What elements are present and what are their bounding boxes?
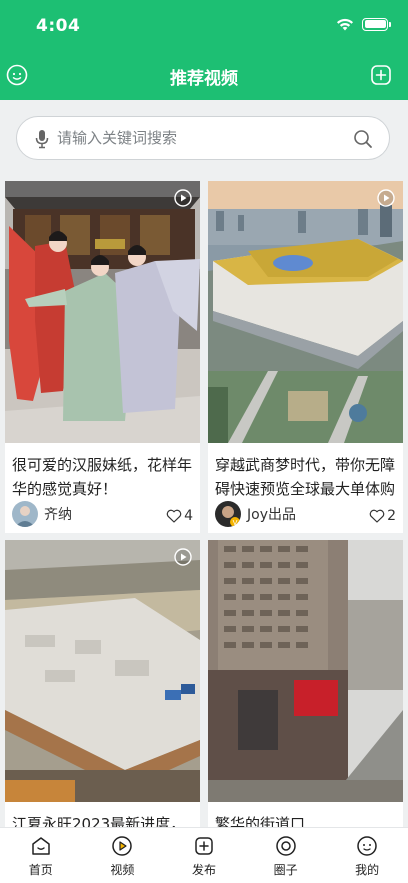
street-building-image <box>208 540 403 802</box>
author-info[interactable]: 齐纳 <box>12 501 72 527</box>
battery-icon <box>362 17 391 31</box>
home-smile-icon <box>32 837 50 855</box>
video-card[interactable]: 很可爱的汉服妹纸，花样年华的感觉真好！ 齐纳 4 <box>5 181 200 533</box>
tab-publish[interactable]: 发布 <box>163 828 245 883</box>
publish-plus-icon <box>195 837 213 855</box>
title-bar: 推荐视频 <box>0 56 408 92</box>
avatar[interactable]: V <box>215 501 241 527</box>
video-card[interactable]: 穿越武商梦时代，带你无障碍快速预览全球最大单体购 V Joy出品 2 <box>208 181 403 533</box>
status-icons <box>336 17 391 31</box>
bottom-tab-bar: 首页 视频 发布 圈子 我的 <box>0 827 408 883</box>
circle-target-icon <box>275 836 296 856</box>
video-card[interactable]: 江夏永旺2023最新进度，外 <box>5 540 200 840</box>
page-title: 推荐视频 <box>170 69 238 89</box>
heart-icon[interactable] <box>369 509 385 523</box>
tab-video-label: 视频 <box>110 863 135 877</box>
tab-circle-label: 圈子 <box>273 863 298 877</box>
tab-video[interactable]: 视频 <box>82 828 164 883</box>
play-icon <box>174 189 192 207</box>
wifi-icon <box>337 18 353 31</box>
like-number: 4 <box>184 508 193 524</box>
tab-profile[interactable]: 我的 <box>326 828 408 883</box>
search-icon[interactable] <box>353 129 373 149</box>
tab-home-label: 首页 <box>28 863 53 877</box>
search-bar <box>16 116 390 160</box>
author-name[interactable]: 齐纳 <box>44 504 72 524</box>
app-header: 4:04 推荐视频 <box>0 0 408 100</box>
tab-circle[interactable]: 圈子 <box>245 828 327 883</box>
tab-publish-label: 发布 <box>191 863 216 877</box>
play-icon <box>174 548 192 566</box>
status-time: 4:04 <box>36 16 81 36</box>
author-name[interactable]: Joy出品 <box>247 504 296 524</box>
tab-home[interactable]: 首页 <box>0 828 82 883</box>
like-count[interactable]: 2 <box>369 508 396 524</box>
tab-profile-label: 我的 <box>355 863 380 877</box>
svg-text:V: V <box>233 519 238 527</box>
video-card[interactable]: 繁华的街道口 <box>208 540 403 840</box>
video-play-icon <box>112 836 133 856</box>
status-bar: 4:04 <box>0 0 408 52</box>
mall-aerial-image <box>208 181 403 443</box>
video-thumbnail[interactable] <box>5 181 200 443</box>
like-count[interactable]: 4 <box>166 508 193 524</box>
video-thumbnail[interactable] <box>208 181 403 443</box>
avatar[interactable] <box>12 501 38 527</box>
search-input[interactable] <box>57 117 347 159</box>
video-title[interactable]: 穿越武商梦时代，带你无障碍快速预览全球最大单体购 <box>215 453 397 501</box>
construction-site-image <box>5 540 200 802</box>
video-thumbnail[interactable] <box>208 540 403 802</box>
video-thumbnail[interactable] <box>5 540 200 802</box>
hanfu-girls-image <box>5 181 200 443</box>
profile-face-icon <box>357 836 377 856</box>
author-info[interactable]: V Joy出品 <box>215 501 296 527</box>
play-icon <box>377 189 395 207</box>
video-title[interactable]: 很可爱的汉服妹纸，花样年华的感觉真好！ <box>12 453 194 501</box>
microphone-icon[interactable] <box>35 129 49 149</box>
heart-icon[interactable] <box>166 509 182 523</box>
like-number: 2 <box>387 508 396 524</box>
add-square-icon[interactable] <box>370 64 392 86</box>
